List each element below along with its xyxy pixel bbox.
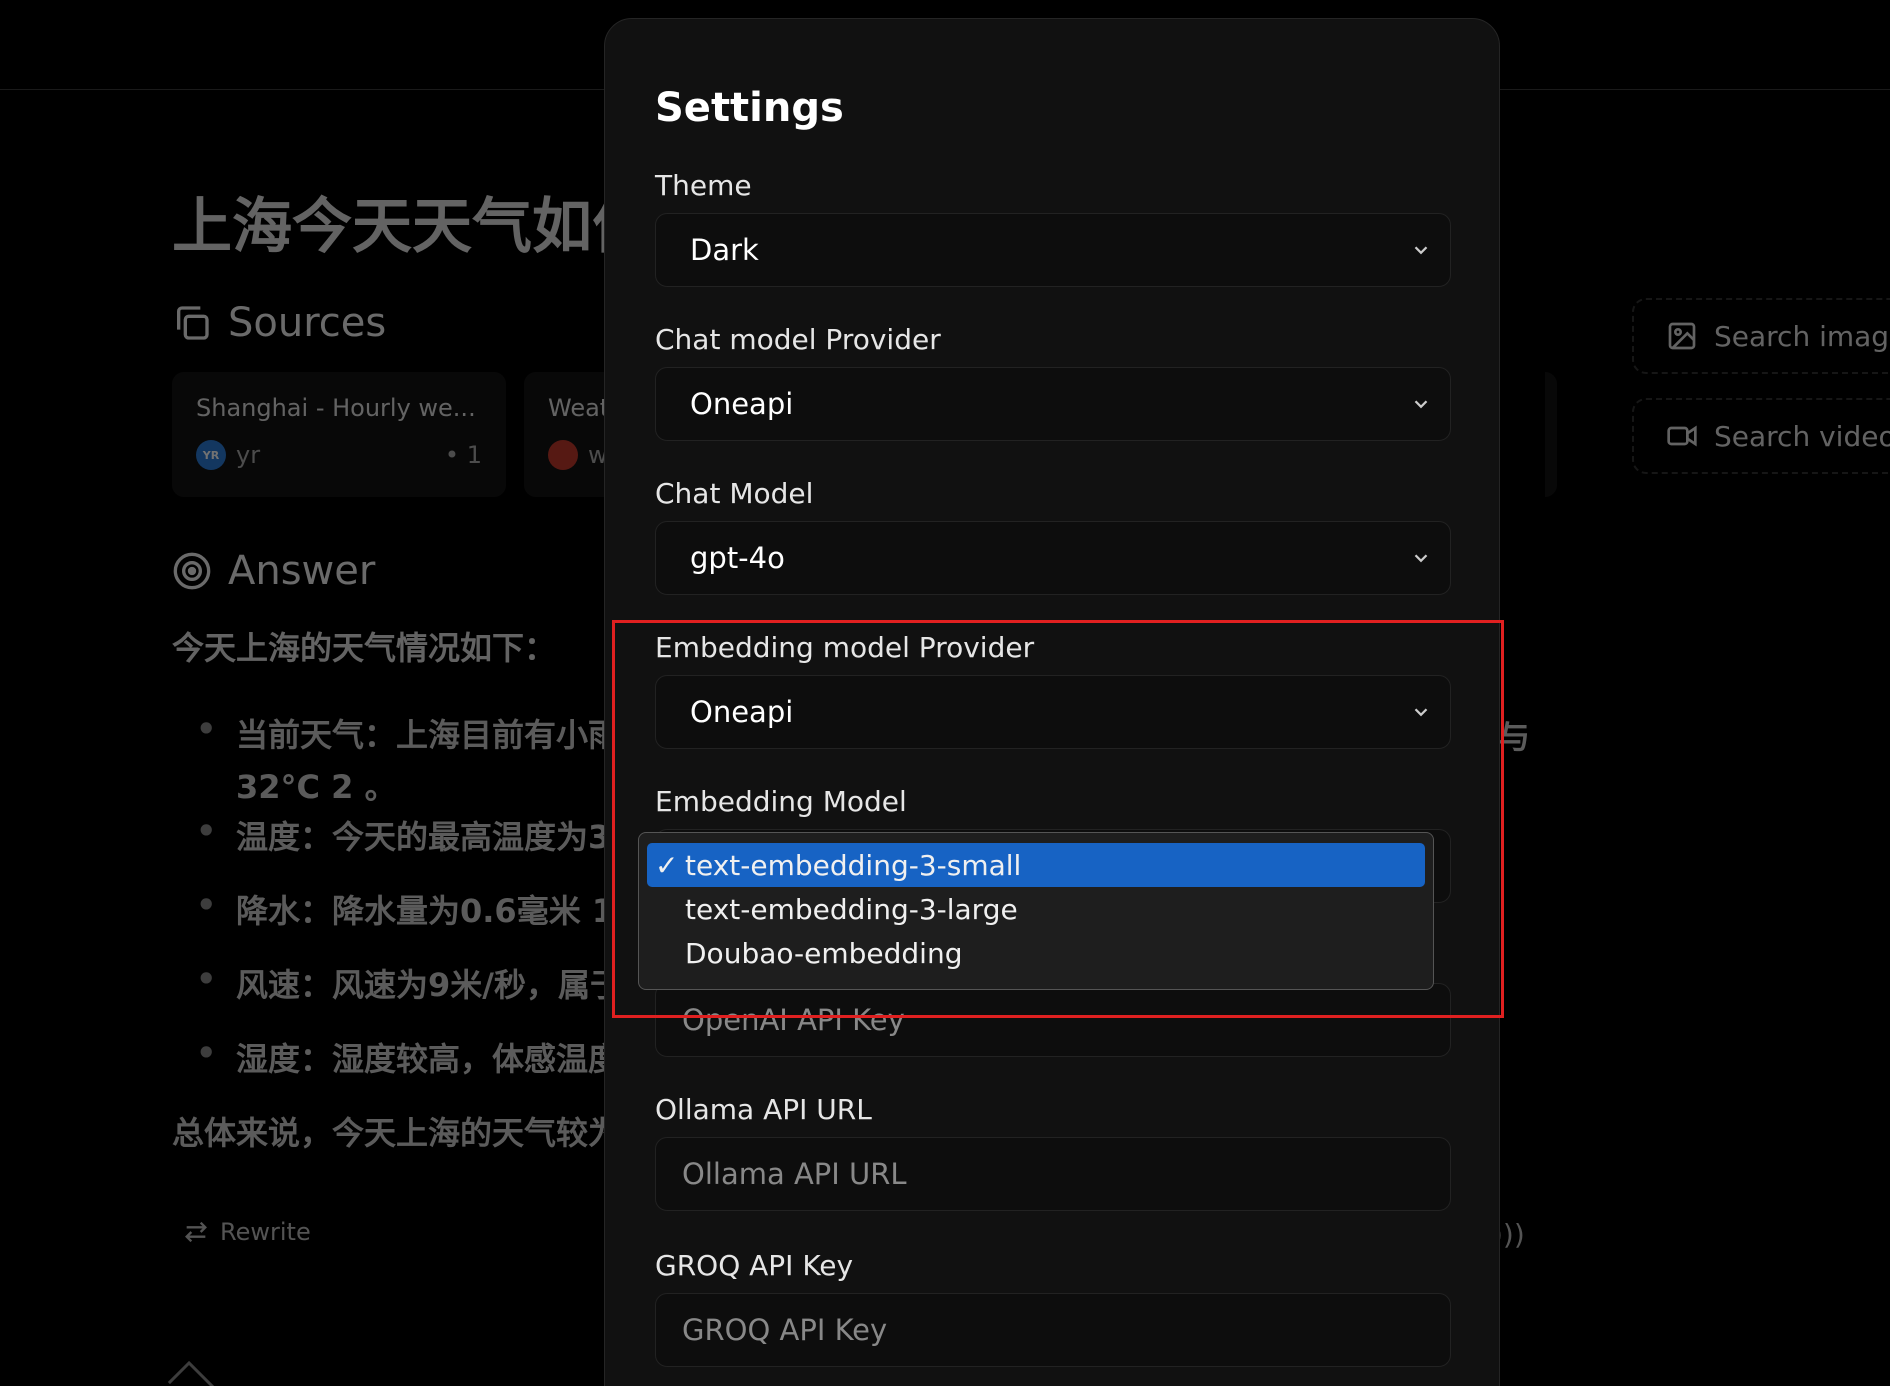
list-item: 温度：今天的最高温度为3 (196, 812, 622, 858)
annotation-highlight-box (612, 620, 1504, 1018)
search-images-button[interactable]: Search images (1632, 298, 1890, 374)
globe-icon (548, 440, 578, 470)
chat-provider-select[interactable]: Oneapi (655, 367, 1451, 441)
list-item: 当前天气：上海目前有小雨 (196, 710, 622, 756)
settings-title: Settings (655, 85, 844, 131)
rewrite-button[interactable]: Rewrite (182, 1218, 311, 1246)
answer-lead: 今天上海的天气情况如下： (172, 629, 557, 667)
bullet-continuation: 32°C 2 。 (236, 768, 397, 806)
swap-icon (185, 1221, 207, 1243)
answer-heading: Answer (172, 548, 375, 594)
chat-provider-label: Chat model Provider (655, 323, 941, 356)
image-icon (1668, 322, 1696, 350)
copy-icon (177, 306, 209, 340)
sources-heading: Sources (172, 300, 386, 346)
list-item: 风速：风速为9米/秒，属于 (196, 960, 622, 1006)
chevron-down-icon (1414, 400, 1428, 409)
list-item: 湿度：湿度较高，体感温度 (196, 1034, 622, 1080)
chat-model-label: Chat Model (655, 477, 814, 510)
video-icon (1667, 425, 1697, 447)
disc-icon (173, 552, 211, 590)
groq-api-key-input[interactable]: GROQ API Key (655, 1293, 1451, 1367)
answer-summary: 总体来说，今天上海的天气较为 (172, 1114, 621, 1152)
chat-model-select[interactable]: gpt-4o (655, 521, 1451, 595)
question-title: 上海今天天气如何 (172, 192, 652, 262)
related-icon (167, 1360, 221, 1386)
ollama-url-input[interactable]: Ollama API URL (655, 1137, 1451, 1211)
ollama-url-label: Ollama API URL (655, 1093, 872, 1126)
list-item: 降水：降水量为0.6毫米 1 (196, 886, 622, 932)
search-videos-button[interactable]: Search videos (1632, 398, 1890, 474)
chevron-down-icon (1414, 554, 1428, 563)
groq-key-label: GROQ API Key (655, 1249, 854, 1282)
source-card-edge (1545, 372, 1557, 497)
theme-select[interactable]: Dark (655, 213, 1451, 287)
source-card[interactable]: Shanghai - Hourly we... YR yr • 1 (172, 372, 506, 497)
theme-label: Theme (655, 169, 752, 202)
chevron-down-icon (1414, 246, 1428, 255)
yr-logo-icon: YR (196, 440, 226, 470)
